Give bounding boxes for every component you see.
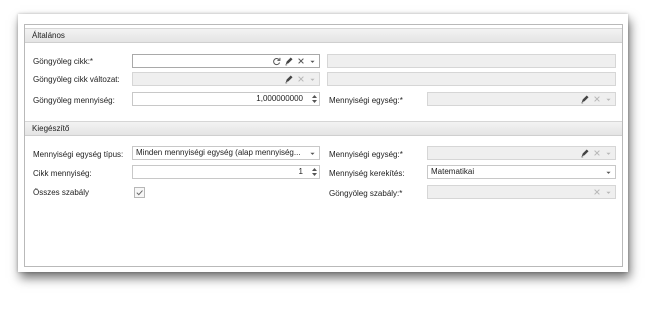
unit-type-value: Minden mennyiségi egység (alap mennyiség… — [136, 148, 301, 157]
item-name-display — [327, 54, 616, 68]
checkmark-icon — [136, 190, 143, 196]
section-header-general[interactable]: Általános — [25, 28, 622, 43]
clear-icon — [592, 93, 601, 105]
quantity-value: 1,000000000 — [256, 94, 303, 103]
rounding-select[interactable]: Matematikai — [427, 165, 616, 179]
spin-arrows-icon[interactable] — [311, 94, 318, 104]
clear-icon — [592, 186, 601, 198]
item-variant-name-display — [327, 72, 616, 86]
clear-icon[interactable] — [296, 55, 305, 67]
extra-unit-label: Mennyiségi egység:* — [329, 150, 403, 159]
edit-icon[interactable] — [284, 73, 293, 85]
section-title-general: Általános — [32, 31, 65, 40]
quantity-label: Göngyöleg mennyiség: — [33, 96, 115, 105]
quantity-spin-field[interactable]: 1,000000000 — [132, 92, 320, 106]
chevron-down-icon — [308, 73, 317, 85]
edit-icon[interactable] — [284, 55, 293, 67]
unit-type-select[interactable]: Minden mennyiségi egység (alap mennyiség… — [132, 146, 320, 160]
chevron-down-icon[interactable] — [604, 166, 613, 178]
packaging-form-window: Általános Göngyöleg cikk:* Göngyöleg cik… — [24, 24, 623, 267]
packaging-rule-lookup-field[interactable] — [427, 185, 616, 199]
all-rules-label: Összes szabály — [33, 188, 90, 197]
rounding-value: Matematikai — [431, 167, 475, 176]
chevron-down-icon[interactable] — [308, 147, 317, 159]
chevron-down-icon — [604, 147, 613, 159]
clear-icon — [296, 73, 305, 85]
packaging-rule-label: Göngyöleg szabály:* — [329, 189, 403, 198]
refresh-icon[interactable] — [272, 55, 281, 67]
unit-lookup-field[interactable] — [427, 92, 616, 106]
item-qty-label: Cikk mennyiség: — [33, 169, 92, 178]
item-variant-label: Göngyöleg cikk változat: — [33, 75, 120, 84]
item-qty-spin-field[interactable]: 1 — [132, 165, 320, 179]
unit-type-label: Mennyiségi egység típus: — [33, 150, 124, 159]
clear-icon — [592, 147, 601, 159]
item-variant-field[interactable] — [132, 72, 320, 86]
all-rules-checkbox[interactable] — [134, 187, 145, 198]
unit-label: Mennyiségi egység:* — [329, 96, 403, 105]
item-label: Göngyöleg cikk:* — [33, 57, 94, 66]
item-qty-value: 1 — [298, 167, 303, 176]
section-header-extra[interactable]: Kiegészítő — [25, 121, 622, 136]
chevron-down-icon — [604, 93, 613, 105]
section-title-extra: Kiegészítő — [32, 124, 70, 133]
extra-unit-lookup-field[interactable] — [427, 146, 616, 160]
chevron-down-icon — [604, 186, 613, 198]
item-lookup-field[interactable] — [132, 54, 320, 68]
rounding-label: Mennyiség kerekítés: — [329, 169, 405, 178]
chevron-down-icon[interactable] — [308, 55, 317, 67]
edit-icon[interactable] — [580, 93, 589, 105]
edit-icon[interactable] — [580, 147, 589, 159]
spin-arrows-icon[interactable] — [311, 167, 318, 177]
